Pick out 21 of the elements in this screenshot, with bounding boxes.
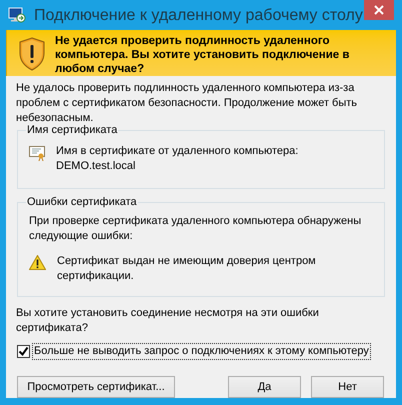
window-title: Подключение к удаленному рабочему столу — [34, 6, 363, 26]
checkbox-label: Больше не выводить запрос о подключениях к этому компьютеру — [33, 344, 370, 359]
certificate-text: Имя в сертификате от удаленного компьютера: — [56, 144, 298, 159]
certificate-icon — [29, 146, 45, 161]
checkbox[interactable] — [17, 345, 30, 358]
question-text: Вы хотите установить соединение несмотря на эти ошибки сертификата? — [16, 306, 320, 336]
group-legend: Ошибки сертификата — [26, 195, 138, 210]
warning-icon — [29, 255, 46, 270]
close-button[interactable] — [364, 0, 394, 20]
dialog-button[interactable]: Да — [228, 376, 301, 398]
dialog-button[interactable]: Нет — [311, 376, 384, 398]
certificate-text: DEMO.test.local — [56, 159, 136, 174]
app-icon — [8, 6, 26, 24]
shield-warning-icon — [19, 37, 45, 71]
error-description: При проверке сертификата удаленного компьютера обнаружены следующие ошибки: — [29, 214, 362, 244]
warning-message: Не удается проверить подлинность удаленного компьютера. Вы хотите установить подключение в любом случае? — [55, 34, 350, 76]
dialog-button[interactable]: Просмотреть сертификат... — [17, 376, 175, 398]
group-legend: Имя сертификата — [26, 123, 118, 138]
error-text: Сертификат выдан не имеющим доверия центром сертификации. — [57, 254, 317, 284]
close-icon — [374, 5, 384, 15]
intro-text: Не удалось проверить подлинность удаленного компьютера из-за проблем с сертификатом безопасности. Продолжение может быть небезопасным. — [16, 81, 358, 125]
